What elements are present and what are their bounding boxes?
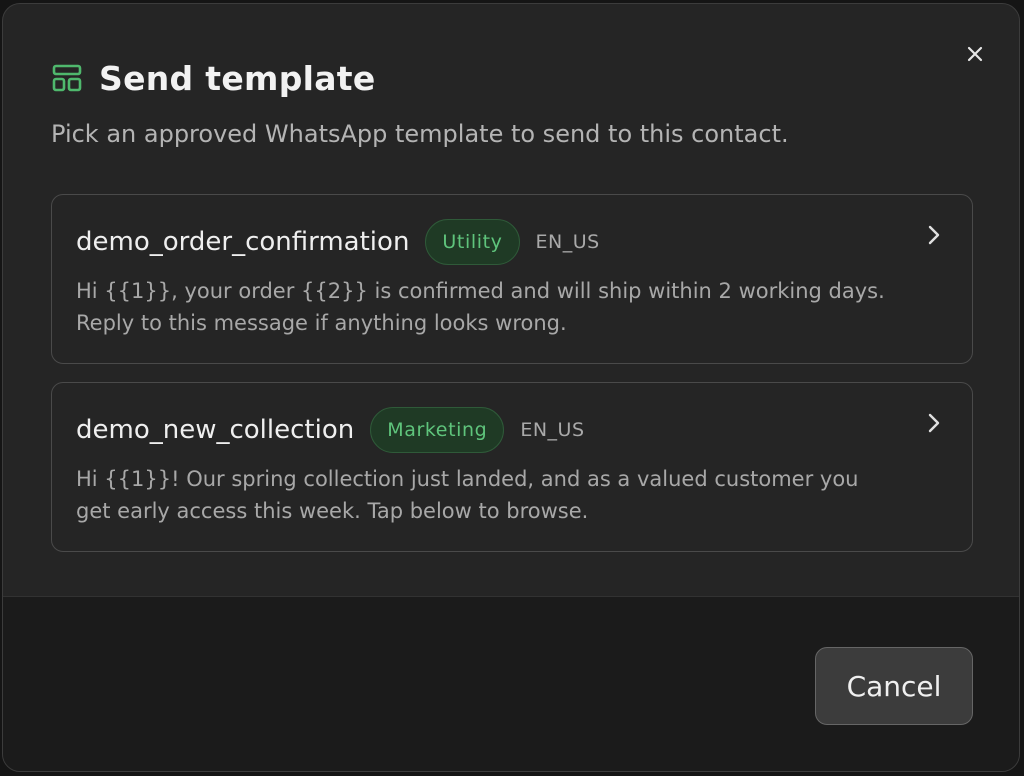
language-code: EN_US xyxy=(535,231,600,253)
template-name: demo_order_confirmation xyxy=(76,227,410,257)
template-card-header: demo_order_confirmation Utility EN_US xyxy=(76,218,600,266)
template-layout-icon xyxy=(52,64,82,92)
category-badge: Utility xyxy=(425,219,520,265)
dialog-footer: Cancel xyxy=(3,596,1019,771)
template-card-new-collection[interactable]: demo_new_collection Marketing EN_US Hi {… xyxy=(51,382,973,552)
template-body-preview: Hi {{1}}, your order {{2}} is confirmed … xyxy=(76,279,885,335)
chevron-right-icon xyxy=(928,413,940,433)
dialog-title: Send template xyxy=(99,58,376,98)
template-card-order-confirmation[interactable]: demo_order_confirmation Utility EN_US Hi… xyxy=(51,194,973,364)
dialog-subtitle: Pick an approved WhatsApp template to se… xyxy=(51,120,789,148)
template-name: demo_new_collection xyxy=(76,415,355,445)
close-icon xyxy=(967,46,983,62)
chevron-right-icon xyxy=(928,225,940,245)
language-code: EN_US xyxy=(520,419,585,441)
cancel-button[interactable]: Cancel xyxy=(815,647,973,725)
category-badge: Marketing xyxy=(370,407,505,453)
dialog-header: Send template xyxy=(51,56,376,100)
template-body-preview: Hi {{1}}! Our spring collection just lan… xyxy=(76,467,859,523)
template-card-header: demo_new_collection Marketing EN_US xyxy=(76,406,585,454)
send-template-dialog: Send template Pick an approved WhatsApp … xyxy=(2,3,1020,772)
close-button[interactable] xyxy=(955,34,995,74)
